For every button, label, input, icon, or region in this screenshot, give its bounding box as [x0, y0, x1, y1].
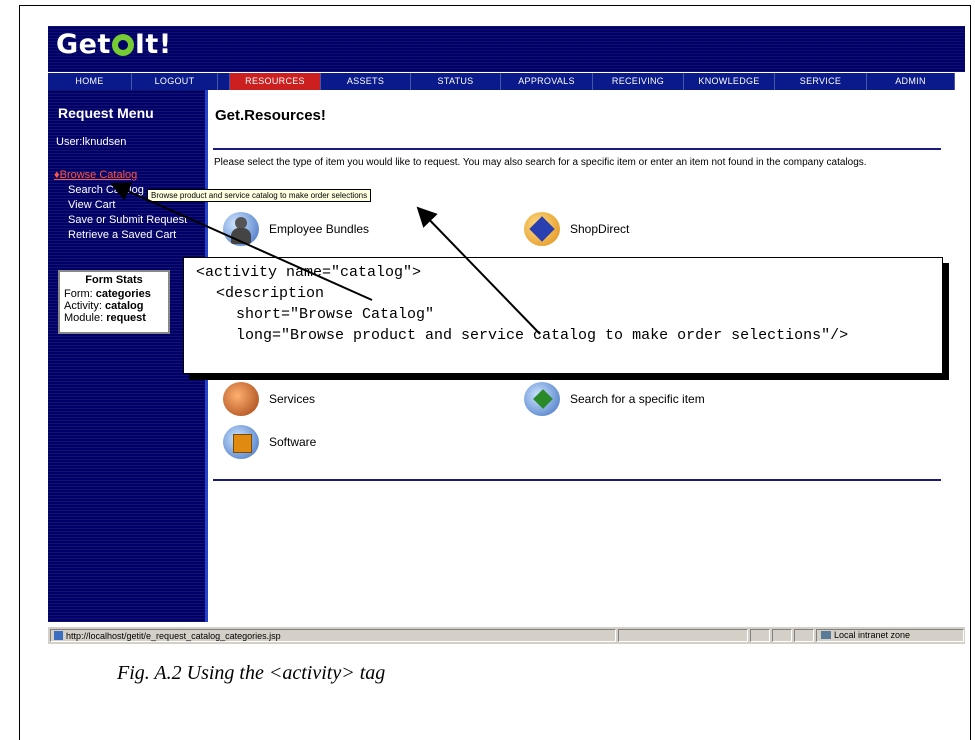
arrow-to-tooltip [416, 206, 541, 335]
annotation-arrows [110, 182, 541, 335]
figure-caption: Fig. A.2 Using the <activity> tag [117, 662, 386, 684]
arrow-to-browse-catalog [110, 182, 373, 301]
